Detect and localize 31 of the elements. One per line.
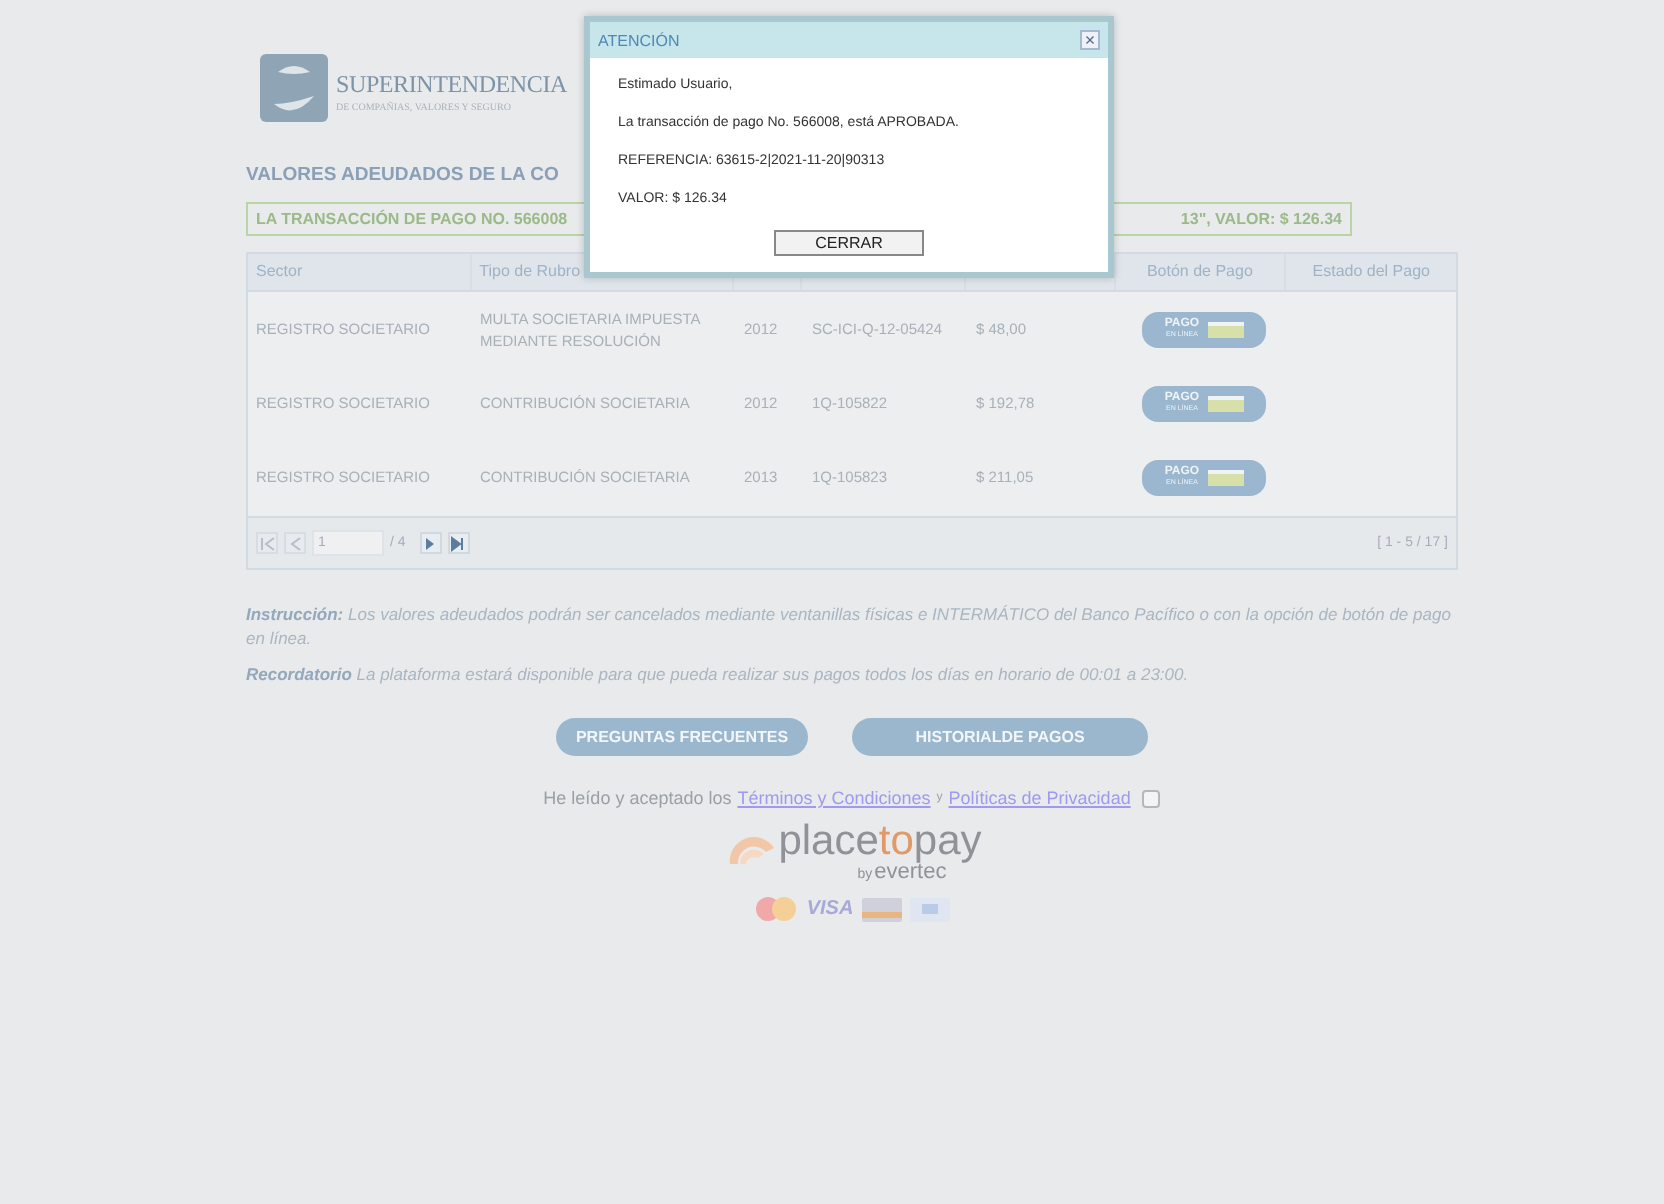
banner-text: 13", VALOR: $ 126.34 [1180, 210, 1342, 228]
terms-link[interactable]: Términos y Condiciones [737, 788, 931, 808]
next-page-button[interactable] [419, 532, 442, 554]
column-header: Botón de Pago [1146, 262, 1253, 280]
card-icon [909, 897, 950, 921]
first-page-button[interactable] [256, 532, 278, 554]
column-header: Sector [256, 262, 303, 280]
last-icon [450, 535, 467, 551]
terms-text: He leído y aceptado los [543, 788, 732, 808]
column-header: Tipo de Rubro [479, 262, 581, 280]
next-icon [426, 537, 435, 549]
privacy-link[interactable]: Políticas de Privacidad [948, 788, 1131, 808]
accept-checkbox[interactable] [1142, 789, 1161, 807]
close-dialog-button[interactable]: CERRAR [773, 230, 925, 256]
column-header: Estado del Pago [1312, 262, 1430, 280]
page-heading: VALORES ADEUDADOS DE LA CO [246, 164, 559, 186]
logo-title: SUPERINTENDENCIA [336, 67, 567, 101]
card-brand-text: VISA [806, 898, 854, 920]
dialog-title: ATENCIÓN [598, 31, 680, 49]
banner-text: LA TRANSACCIÓN DE PAGO NO. 566008 [256, 210, 568, 228]
logo-icon [258, 52, 330, 124]
card-icon [861, 897, 902, 921]
reminder-text: Recordatorio La plataforma estará disponible para que pueda realizar sus pagos todos los días en horario de 00:01 a 23:00. [246, 662, 1191, 686]
action-button[interactable]: PREGUNTAS FRECUENTES [555, 718, 809, 756]
previous-page-button[interactable] [284, 532, 306, 554]
card-brand-icon [754, 896, 799, 922]
close-button[interactable]: × [1080, 30, 1100, 50]
last-page-button[interactable] [447, 532, 470, 554]
instruction-text: Instrucción: Los valores adeudados podrán ser cancelados mediante ventanillas físicas e INTERMÁTICO del Banco Pacífico o con la opción de botón de pago en línea. [246, 602, 1453, 650]
action-button[interactable]: HISTORIALDE PAGOS [852, 718, 1149, 756]
brand-logo-text: placetopay [778, 820, 982, 864]
